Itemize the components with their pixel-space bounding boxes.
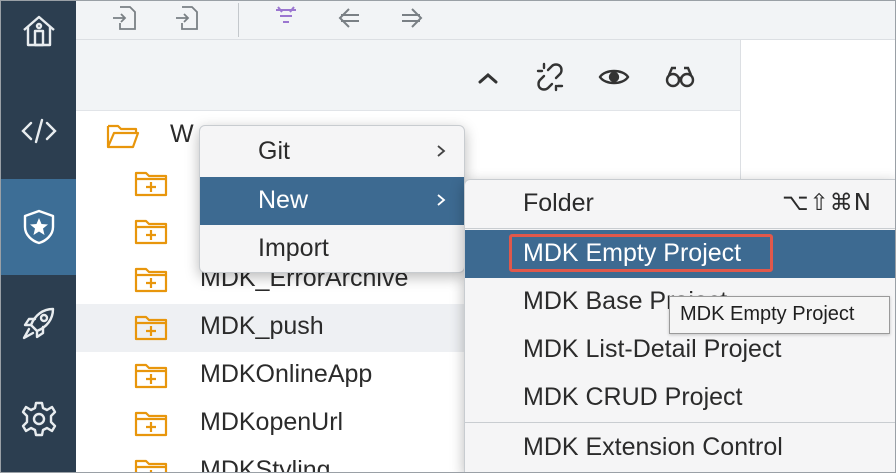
menu-item-label: Import: [258, 234, 329, 262]
import-file-icon: [113, 6, 136, 30]
activity-settings[interactable]: [1, 371, 76, 467]
menu-item-import[interactable]: Import: [200, 225, 464, 273]
filter-icon: [276, 6, 296, 23]
submenu-item-mdk-extension-control[interactable]: MDK Extension Control: [465, 424, 895, 472]
find-button[interactable]: [660, 60, 700, 94]
submenu-item-label: MDK Extension Control: [523, 433, 783, 461]
submenu-item-mdk-empty-project[interactable]: MDK Empty Project: [465, 230, 895, 278]
menu-divider: [465, 422, 895, 423]
explorer-header: [76, 40, 740, 111]
forward-button[interactable]: [394, 3, 430, 33]
binoculars-icon: [665, 66, 695, 88]
collapse-icon: [478, 73, 498, 84]
unlink-button[interactable]: [530, 60, 570, 94]
chevron-right-icon: [437, 145, 446, 157]
chevron-right-icon: [437, 194, 446, 206]
submenu-item-label: Folder: [523, 189, 594, 217]
code-icon: [20, 118, 57, 144]
activity-bar: [1, 1, 76, 472]
import-button[interactable]: [106, 3, 142, 33]
submenu-item-label: MDK CRUD Project: [523, 383, 743, 411]
submenu-item-label: MDK List-Detail Project: [523, 335, 782, 363]
window: W MDK_ErrorArchive MDK_push MDKOnlineApp…: [0, 0, 896, 473]
menu-item-label: Git: [258, 137, 290, 165]
tooltip: MDK Empty Project: [669, 296, 890, 334]
folder-add-icon: [134, 267, 168, 293]
context-menu: Git New Import: [199, 125, 465, 273]
eye-icon: [598, 69, 630, 85]
tree-item-label: MDKStyling: [200, 456, 331, 473]
submenu-item-folder[interactable]: Folder ⌥⇧⌘N: [465, 180, 895, 228]
tree-root-label: W: [170, 120, 194, 148]
submenu-item-mdk-crud-project[interactable]: MDK CRUD Project: [465, 374, 895, 422]
menu-divider: [465, 228, 895, 229]
folder-add-icon: [134, 315, 168, 341]
tree-item-label: MDKOnlineApp: [200, 360, 373, 388]
submenu-item-label: MDK Empty Project: [523, 239, 742, 267]
unlink-icon: [536, 62, 564, 92]
folder-add-icon: [134, 459, 168, 472]
gear-icon: [21, 401, 56, 437]
rocket-icon: [22, 307, 54, 340]
forward-arrow-icon: [402, 8, 423, 28]
back-arrow-icon: [338, 8, 359, 28]
export-file-icon: [176, 6, 198, 30]
activity-code[interactable]: [1, 83, 76, 179]
preview-button[interactable]: [594, 60, 634, 94]
folder-add-icon: [134, 363, 168, 389]
back-button[interactable]: [331, 3, 367, 33]
tree-item-label: MDK_push: [200, 312, 324, 340]
folder-add-icon: [134, 219, 168, 245]
activity-rocket[interactable]: [1, 275, 76, 371]
folder-add-icon: [134, 171, 168, 197]
toolbar: [76, 1, 895, 40]
filter-button[interactable]: [268, 3, 304, 33]
activity-home[interactable]: [1, 1, 76, 61]
home-icon: [22, 15, 55, 47]
export-button[interactable]: [168, 3, 204, 33]
collapse-button[interactable]: [468, 60, 508, 94]
folder-open-icon: [106, 124, 140, 149]
menu-item-new[interactable]: New: [200, 177, 464, 225]
keyboard-shortcut: ⌥⇧⌘N: [782, 190, 872, 216]
shield-star-icon: [23, 209, 54, 245]
folder-add-icon: [134, 411, 168, 437]
toolbar-separator: [238, 3, 239, 37]
menu-item-git[interactable]: Git: [200, 128, 464, 176]
menu-item-label: New: [258, 186, 309, 214]
tree-item-label: MDKopenUrl: [200, 408, 344, 436]
activity-deploy-shield[interactable]: [1, 179, 76, 275]
tooltip-text: MDK Empty Project: [680, 303, 855, 325]
